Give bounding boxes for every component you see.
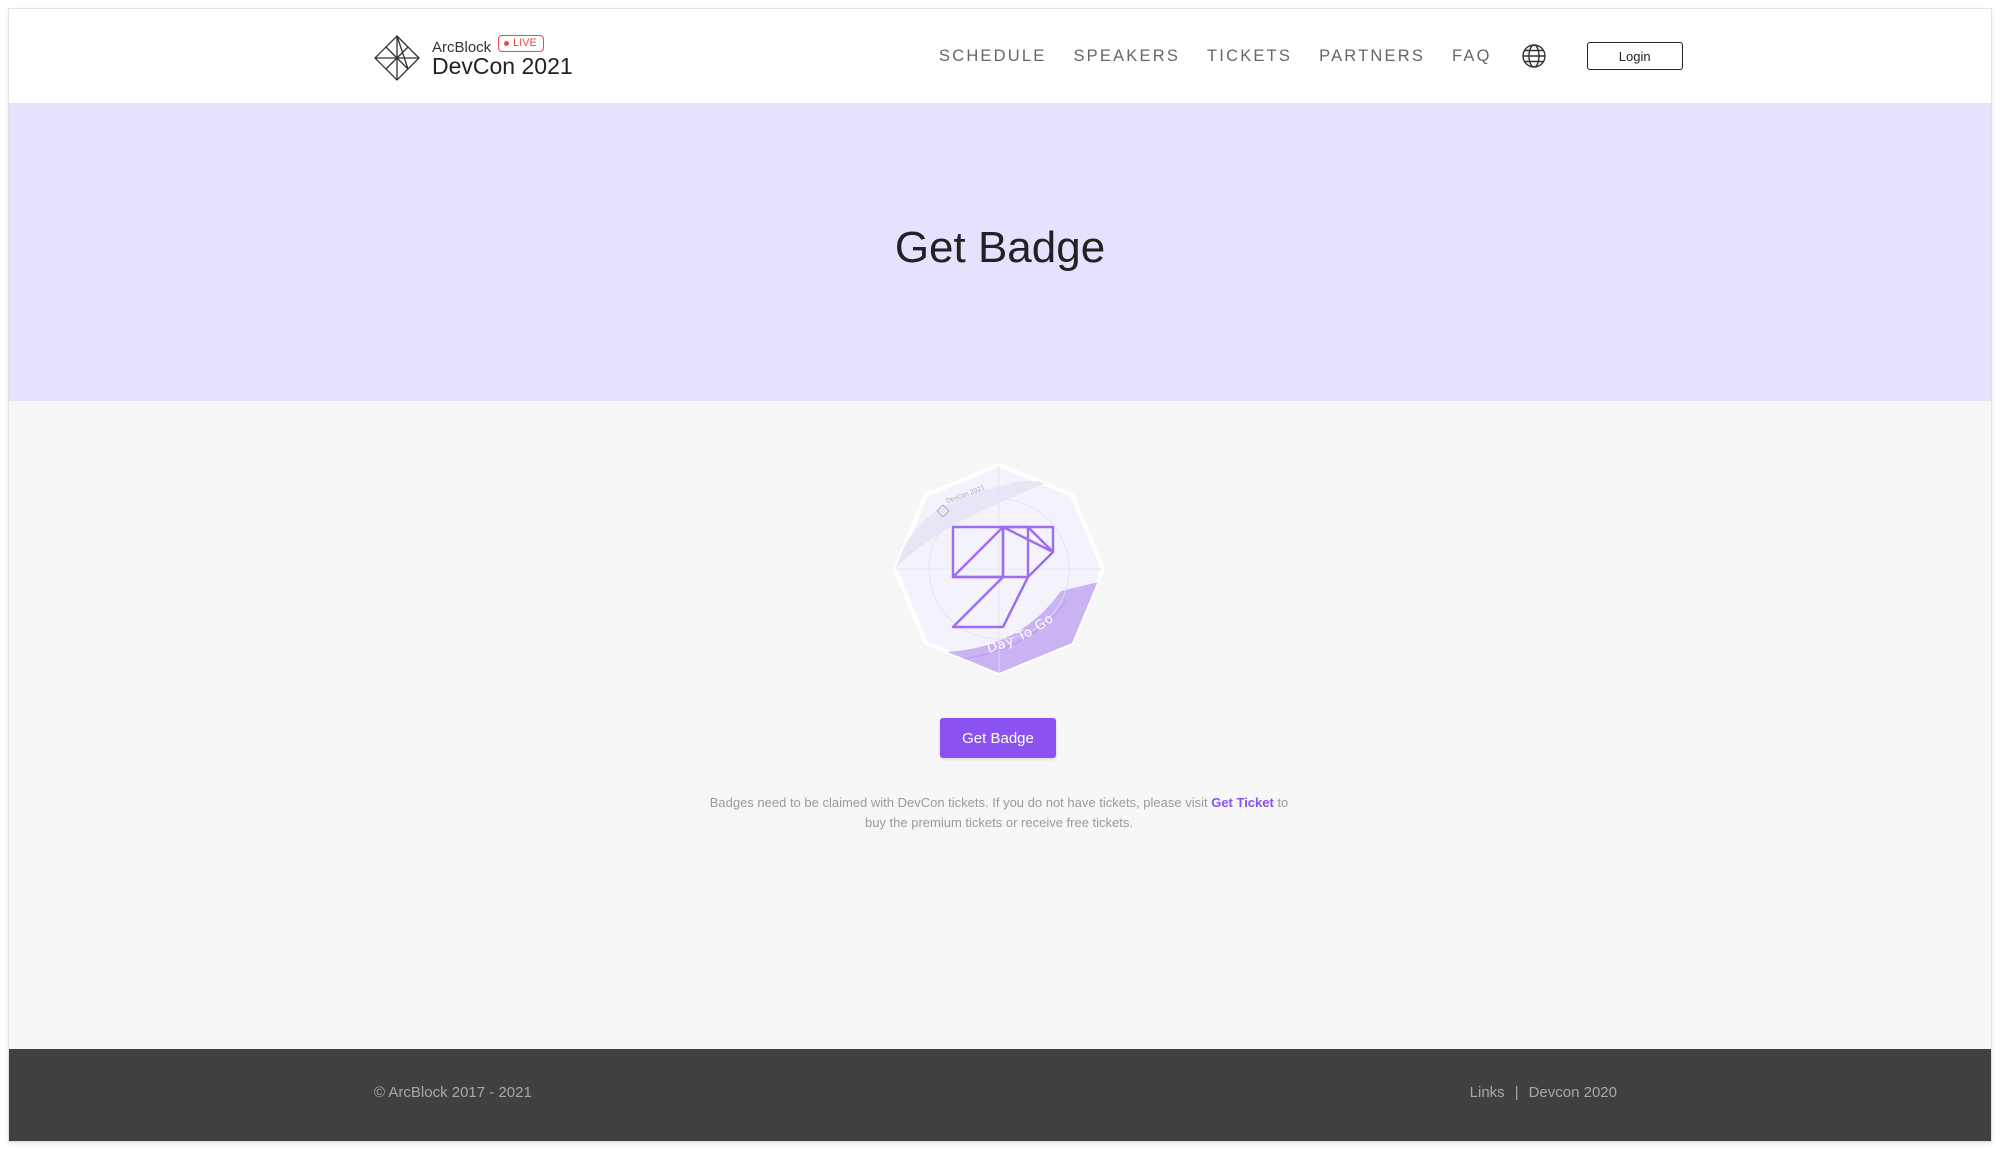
nav-speakers[interactable]: SPEAKERS xyxy=(1073,47,1180,66)
login-button[interactable]: Login xyxy=(1586,42,1683,70)
nav-tickets[interactable]: TICKETS xyxy=(1207,47,1292,66)
globe-icon[interactable] xyxy=(1521,43,1547,69)
site-footer: © ArcBlock 2017 - 2021 Links | Devcon 20… xyxy=(9,1049,1991,1141)
footer-link-devcon-2020[interactable]: Devcon 2020 xyxy=(1529,1084,1617,1101)
get-ticket-link[interactable]: Get Ticket xyxy=(1211,795,1274,810)
live-badge: LIVE xyxy=(498,35,544,52)
footer-links: Links | Devcon 2020 xyxy=(1470,1084,1617,1101)
note-text-before: Badges need to be claimed with DevCon ti… xyxy=(709,795,1212,810)
main-nav: SCHEDULE SPEAKERS TICKETS PARTNERS FAQ L… xyxy=(939,9,1683,103)
arcblock-diamond-icon xyxy=(374,35,420,81)
browser-page: ArcBlock LIVE DevCon 2021 SCHEDULE SPEAK… xyxy=(9,9,1991,1141)
ticket-requirement-note: Badges need to be claimed with DevCon ti… xyxy=(699,793,1299,833)
nav-schedule[interactable]: SCHEDULE xyxy=(939,47,1046,66)
site-header: ArcBlock LIVE DevCon 2021 SCHEDULE SPEAK… xyxy=(9,9,1991,103)
day-to-go-badge-image: DevCon 2021 Day To Go xyxy=(892,462,1106,676)
footer-separator: | xyxy=(1514,1084,1519,1101)
nav-partners[interactable]: PARTNERS xyxy=(1319,47,1425,66)
site-logo[interactable]: ArcBlock LIVE DevCon 2021 xyxy=(374,33,582,83)
copyright-text: © ArcBlock 2017 - 2021 xyxy=(374,1084,532,1101)
footer-link-links[interactable]: Links xyxy=(1470,1084,1505,1101)
logo-text: ArcBlock LIVE DevCon 2021 xyxy=(432,33,582,83)
get-badge-button[interactable]: Get Badge xyxy=(940,718,1056,758)
page-title: Get Badge xyxy=(894,223,1106,272)
logo-title: DevCon 2021 xyxy=(432,53,573,79)
hero-banner: Get Badge xyxy=(9,103,1991,401)
nav-faq[interactable]: FAQ xyxy=(1452,47,1492,66)
